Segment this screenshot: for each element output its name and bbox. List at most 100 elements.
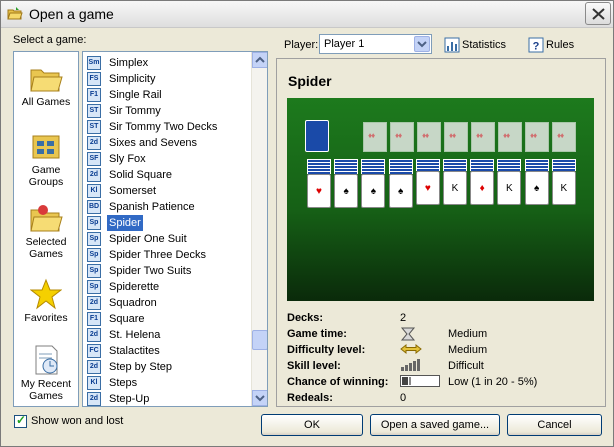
game-type-icon: 2d (87, 136, 101, 150)
ok-button[interactable]: OK (261, 414, 363, 436)
stock-pile (305, 120, 329, 152)
playing-card: K (551, 171, 576, 205)
game-name: Spiderette (109, 281, 160, 293)
stat-value: 0 (400, 392, 407, 404)
cancel-button[interactable]: Cancel (507, 414, 602, 436)
tableau-column: K (443, 159, 467, 205)
game-type-icon: Sp (87, 280, 101, 294)
game-list-item[interactable]: Sp Spider Two Suits (87, 263, 251, 279)
game-list-item[interactable]: BD Spanish Patience (87, 199, 251, 215)
game-list-item[interactable]: FC Stalactites (87, 343, 251, 359)
game-list-item[interactable]: ST Sir Tommy (87, 103, 251, 119)
category-selected-games[interactable]: Selected Games (14, 204, 78, 260)
game-name: Somerset (109, 185, 157, 197)
game-type-icon: Kl (87, 376, 101, 390)
game-list-item[interactable]: 2d Squadron (87, 295, 251, 311)
game-list-item[interactable]: F1 Square (87, 311, 251, 327)
category-all-games[interactable]: All Games (14, 64, 78, 108)
game-list-item[interactable]: Sp Spiderette (87, 279, 251, 295)
stat-key: Redeals: (287, 392, 333, 404)
game-type-icon: Sp (87, 232, 101, 246)
game-name: Spider Three Decks (109, 249, 207, 261)
window-title: Open a game (29, 6, 114, 22)
checkbox-checked[interactable] (14, 413, 27, 428)
game-type-icon: 2d (87, 296, 101, 310)
category-label: All Games (21, 96, 71, 108)
chevron-up-icon (255, 56, 265, 63)
folder-open-icon (7, 7, 23, 20)
game-list-item[interactable]: Sp Spider One Suit (87, 231, 251, 247)
category-favorites[interactable]: Favorites (14, 278, 78, 324)
game-list-item[interactable]: SF Sly Fox (87, 151, 251, 167)
game-name: Sixes and Sevens (109, 137, 198, 149)
tableau-column: ♠ (334, 159, 359, 208)
game-name: Sir Tommy Two Decks (109, 121, 218, 133)
game-type-icon: SF (87, 152, 101, 166)
game-list-item[interactable]: F1 Single Rail (87, 87, 251, 103)
player-dropdown-button[interactable] (414, 36, 430, 52)
category-recent-games[interactable]: My Recent Games (14, 344, 78, 402)
foundation-slot (390, 122, 414, 152)
open-game-dialog: Open a game Select a game: All Games Gam… (0, 0, 614, 447)
tableau-column: ♠ (388, 159, 413, 208)
tableau-column: ♥ (307, 159, 331, 208)
category-label: Favorites (24, 312, 68, 324)
game-list-item[interactable]: 2d Step-Up (87, 391, 251, 406)
game-list-item[interactable]: 2d Sixes and Sevens (87, 135, 251, 151)
game-list-item[interactable]: Sp Spider Three Decks (87, 247, 251, 263)
recent-doc-icon (35, 345, 58, 375)
game-name: Steps (109, 377, 138, 389)
playing-card: ♠ (388, 174, 413, 208)
game-name: Sir Tommy (109, 105, 161, 117)
game-list[interactable]: Sm Simplex FS Simplicity F1 Single Rail ST Sir … (82, 51, 268, 407)
game-list-scrollbar[interactable] (251, 52, 267, 406)
game-list-item[interactable]: Sp Spider (87, 215, 251, 231)
close-button[interactable] (585, 2, 611, 25)
game-list-item[interactable]: FS Simplicity (87, 71, 251, 87)
game-list-item[interactable]: Sm Simplex (87, 55, 251, 71)
stat-row: Decks: 2 (287, 310, 597, 326)
game-list-item[interactable]: ST Sir Tommy Two Decks (87, 119, 251, 135)
tableau-column: ♠ (361, 159, 386, 208)
scroll-up-button[interactable] (252, 52, 267, 68)
star-icon (30, 278, 62, 310)
folder-icon (30, 69, 63, 92)
stat-key: Skill level: (287, 360, 341, 372)
stat-value: Medium (448, 344, 488, 356)
svg-text:?: ? (533, 41, 540, 53)
select-game-label: Select a game: (13, 34, 87, 46)
game-name: Squadron (109, 297, 157, 309)
game-list-item[interactable]: 2d St. Helena (87, 327, 251, 343)
game-list-item[interactable]: 2d Step by Step (87, 359, 251, 375)
tableau-column: ♠ (524, 159, 549, 205)
game-list-item[interactable]: 2d Solid Square (87, 167, 251, 183)
stat-row: Game time: Medium (287, 326, 597, 342)
category-label: My Recent Games (20, 378, 72, 402)
stat-value: Difficult (448, 360, 484, 372)
foundation-slot (363, 122, 387, 152)
playing-card: K (443, 171, 467, 205)
game-list-items: Sm Simplex FS Simplicity F1 Single Rail ST Sir … (87, 55, 251, 406)
playing-card: ♠ (361, 174, 386, 208)
game-name: Sly Fox (109, 153, 146, 165)
category-game-groups[interactable]: Game Groups (14, 132, 78, 188)
statistics-icon (444, 37, 460, 53)
open-saved-game-button[interactable]: Open a saved game... (370, 414, 500, 436)
tableau-column: K (551, 159, 576, 205)
game-name: Spider Two Suits (109, 265, 192, 277)
game-type-icon: 2d (87, 328, 101, 342)
scroll-down-button[interactable] (252, 390, 267, 406)
category-panel: All Games Game Groups Selected Games Fav… (13, 51, 79, 407)
player-select[interactable]: Player 1 (319, 34, 432, 54)
stat-row: Skill level: Difficult (287, 358, 597, 374)
game-type-icon: BD (87, 200, 101, 214)
game-list-item[interactable]: Kl Steps (87, 375, 251, 391)
game-type-icon: Sm (87, 56, 101, 70)
scroll-thumb[interactable] (252, 330, 267, 350)
stat-row: Difficulty level: Medium (287, 342, 597, 358)
foundation-slot (471, 122, 495, 152)
stat-row: Redeals: 0 (287, 390, 597, 406)
game-type-icon: Sp (87, 248, 101, 262)
game-list-item[interactable]: Kl Somerset (87, 183, 251, 199)
game-name: Step-Up (109, 393, 150, 405)
